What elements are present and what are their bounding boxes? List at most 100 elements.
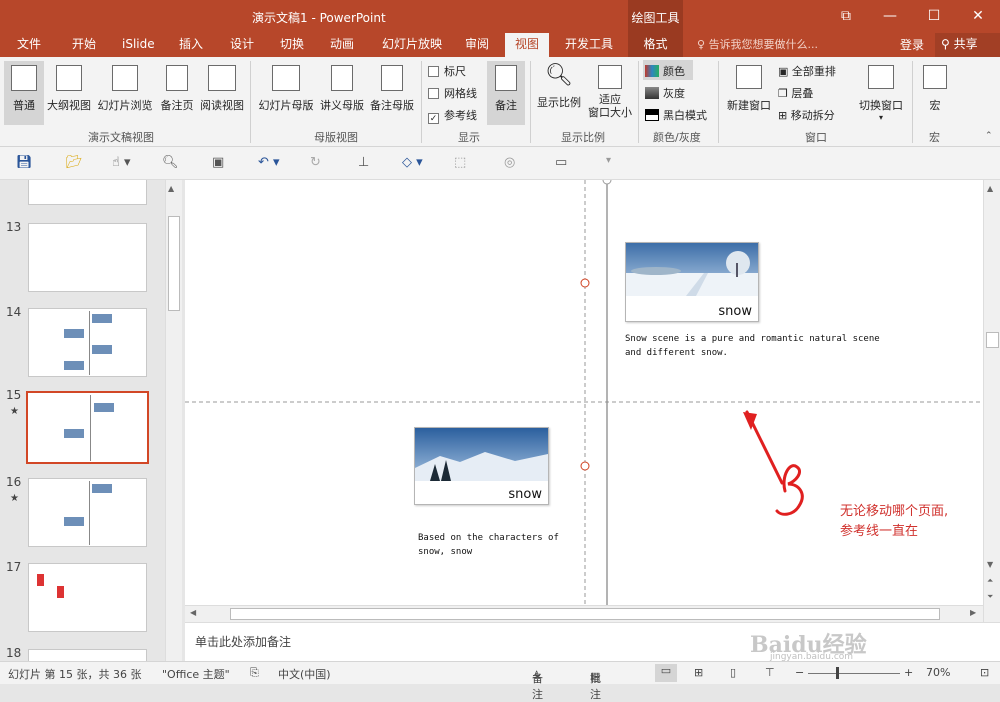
scroll-thumb[interactable] bbox=[230, 608, 940, 620]
tell-me-search[interactable]: ♀ 告诉我您想要做什么... bbox=[697, 36, 818, 52]
touch-mode-icon[interactable]: ☝ ▾ bbox=[112, 155, 131, 170]
slide-thumbnail[interactable] bbox=[28, 223, 147, 292]
scroll-thumb[interactable] bbox=[168, 216, 180, 311]
open-folder-icon[interactable]: 📂︎ bbox=[66, 155, 83, 170]
normal-view-button[interactable]: 普通 bbox=[4, 61, 44, 125]
collapse-ribbon-icon[interactable]: ⌃ bbox=[985, 131, 993, 141]
line-handle[interactable] bbox=[580, 461, 590, 471]
slide-sorter-status-icon[interactable]: ⊞ bbox=[694, 666, 703, 679]
outline-view-button[interactable]: 大纲视图 bbox=[46, 61, 92, 125]
scroll-up-icon[interactable]: ▲ bbox=[168, 184, 174, 193]
gridlines-checkbox[interactable]: 网格线 bbox=[428, 85, 477, 101]
tab-view[interactable]: 视图 bbox=[505, 33, 549, 57]
fit-slide-icon[interactable]: ⊡ bbox=[980, 666, 989, 679]
slideshow-icon[interactable]: ▣ bbox=[212, 155, 224, 170]
tab-islide[interactable]: iSlide bbox=[118, 33, 159, 57]
color-mode-button[interactable]: 颜色 bbox=[643, 60, 693, 80]
reading-view-button[interactable]: 阅读视图 bbox=[198, 61, 246, 125]
scroll-thumb[interactable] bbox=[986, 332, 999, 348]
tab-home[interactable]: 开始 bbox=[68, 33, 100, 57]
grayscale-button[interactable]: 灰度 bbox=[645, 85, 685, 101]
card-description[interactable]: Snow scene is a pure and romantic natura… bbox=[625, 332, 880, 360]
zoom-slider-thumb[interactable] bbox=[836, 667, 839, 679]
print-preview-icon[interactable]: 🔍︎ bbox=[162, 155, 179, 170]
notes-toggle-button[interactable]: 备注 bbox=[487, 61, 525, 125]
tab-insert[interactable]: 插入 bbox=[175, 33, 207, 57]
canvas-vertical-scrollbar[interactable]: ▲ ▼ ⏶ ⏷ bbox=[983, 180, 1000, 622]
customize-qat-icon[interactable]: ▾ bbox=[606, 155, 611, 166]
slide-sorter-button[interactable]: 幻灯片浏览 bbox=[95, 61, 155, 125]
scroll-right-icon[interactable]: ▶ bbox=[970, 608, 976, 617]
slide-master-button[interactable]: 幻灯片母版 bbox=[256, 61, 316, 125]
tab-file[interactable]: 文件 bbox=[13, 33, 45, 57]
slideshow-status-icon[interactable]: ⊤ bbox=[765, 666, 775, 679]
select-pane-icon[interactable]: ⬚ bbox=[454, 155, 466, 170]
fit-to-window-button[interactable]: 适应 窗口大小 bbox=[586, 61, 634, 125]
move-split-button[interactable]: ⊞ 移动拆分 bbox=[778, 107, 835, 123]
notes-master-button[interactable]: 备注母版 bbox=[367, 61, 417, 125]
language[interactable]: 中文(中国) bbox=[278, 666, 331, 682]
line-handle[interactable] bbox=[580, 278, 590, 288]
merge-shapes-icon[interactable]: ◎ bbox=[504, 155, 515, 170]
minimize-icon[interactable]: — bbox=[868, 0, 912, 33]
snow-card-top[interactable]: snow bbox=[625, 242, 759, 322]
next-slide-icon[interactable]: ⏷ bbox=[987, 592, 993, 602]
ruler-checkbox[interactable]: 标尺 bbox=[428, 63, 466, 79]
tab-format[interactable]: 格式 bbox=[628, 33, 683, 57]
new-window-button[interactable]: 新建窗口 bbox=[723, 61, 775, 125]
normal-view-status-icon[interactable]: ▭ bbox=[655, 664, 677, 682]
notes-master-icon bbox=[381, 65, 403, 91]
slide-thumbnail[interactable] bbox=[28, 649, 147, 661]
ribbon-display-icon[interactable]: ⧉ bbox=[824, 0, 868, 33]
slide-thumbnail[interactable] bbox=[28, 478, 147, 547]
line-handle[interactable] bbox=[602, 180, 612, 185]
close-icon[interactable]: ✕ bbox=[956, 0, 1000, 33]
zoom-in-icon[interactable]: + bbox=[904, 666, 913, 679]
handout-master-button[interactable]: 讲义母版 bbox=[317, 61, 367, 125]
spellcheck-icon[interactable]: ⎘ bbox=[250, 666, 259, 680]
share-button[interactable]: ⚲ 共享 bbox=[935, 33, 1000, 57]
zoom-out-icon[interactable]: − bbox=[795, 666, 804, 679]
notes-page-button[interactable]: 备注页 bbox=[157, 61, 197, 125]
tab-review[interactable]: 审阅 bbox=[461, 33, 493, 57]
zoom-slider-track[interactable] bbox=[808, 673, 900, 674]
scroll-up-icon[interactable]: ▲ bbox=[987, 184, 993, 193]
slide-thumbnail[interactable] bbox=[28, 308, 147, 377]
tab-design[interactable]: 设计 bbox=[226, 33, 258, 57]
scroll-down-icon[interactable]: ▼ bbox=[987, 560, 993, 569]
guides-checkbox[interactable]: ✓ 参考线 bbox=[428, 107, 477, 124]
snow-card-bottom[interactable]: snow bbox=[414, 427, 549, 505]
reading-view-status-icon[interactable]: ▯ bbox=[730, 666, 736, 679]
tab-animations[interactable]: 动画 bbox=[326, 33, 358, 57]
login-link[interactable]: 登录 bbox=[900, 36, 924, 53]
black-white-button[interactable]: 黑白模式 bbox=[645, 107, 707, 123]
thumbnails-scrollbar[interactable]: ▲ bbox=[165, 180, 182, 661]
ribbon-tabs: 文件 开始 iSlide 插入 设计 切换 动画 幻灯片放映 审阅 视图 开发工… bbox=[0, 33, 1000, 57]
tab-transitions[interactable]: 切换 bbox=[276, 33, 308, 57]
tab-slideshow[interactable]: 幻灯片放映 bbox=[378, 33, 446, 57]
notes-pane[interactable]: 单击此处添加备注 Baidu经验 jingyan.baidu.com bbox=[185, 622, 1000, 662]
checkbox-checked-icon: ✓ bbox=[428, 113, 439, 124]
zoom-button[interactable]: 🔍︎ 显示比例 bbox=[535, 61, 583, 125]
switch-window-button[interactable]: 切换窗口 ▾ bbox=[855, 61, 907, 125]
align-icon[interactable]: ⊥ bbox=[358, 155, 369, 170]
redo-icon[interactable]: ↻ bbox=[310, 155, 321, 170]
textbox-icon[interactable]: ▭ bbox=[555, 155, 567, 170]
maximize-icon[interactable]: ☐ bbox=[912, 0, 956, 33]
canvas-horizontal-scrollbar[interactable]: ◀ ▶ bbox=[185, 605, 983, 622]
tab-developer[interactable]: 开发工具 bbox=[561, 33, 617, 57]
zoom-level[interactable]: 70% bbox=[926, 666, 950, 679]
previous-slide-icon[interactable]: ⏶ bbox=[987, 576, 993, 586]
fit-window-icon bbox=[598, 65, 622, 89]
card-description[interactable]: Based on the characters of snow, snow bbox=[418, 531, 559, 559]
slide-thumbnail[interactable] bbox=[28, 563, 147, 632]
arrange-all-button[interactable]: ▣ 全部重排 bbox=[778, 63, 836, 79]
macro-button[interactable]: 宏 bbox=[918, 61, 952, 125]
slide-thumbnail[interactable] bbox=[28, 180, 147, 205]
slide-thumbnail-selected[interactable] bbox=[26, 391, 149, 464]
undo-icon[interactable]: ↶ ▾ bbox=[258, 155, 280, 170]
save-icon[interactable]: 💾︎ bbox=[16, 155, 33, 170]
scroll-left-icon[interactable]: ◀ bbox=[190, 608, 196, 617]
shapes-icon[interactable]: ◇ ▾ bbox=[402, 155, 423, 170]
cascade-button[interactable]: ❐ 层叠 bbox=[778, 85, 813, 101]
